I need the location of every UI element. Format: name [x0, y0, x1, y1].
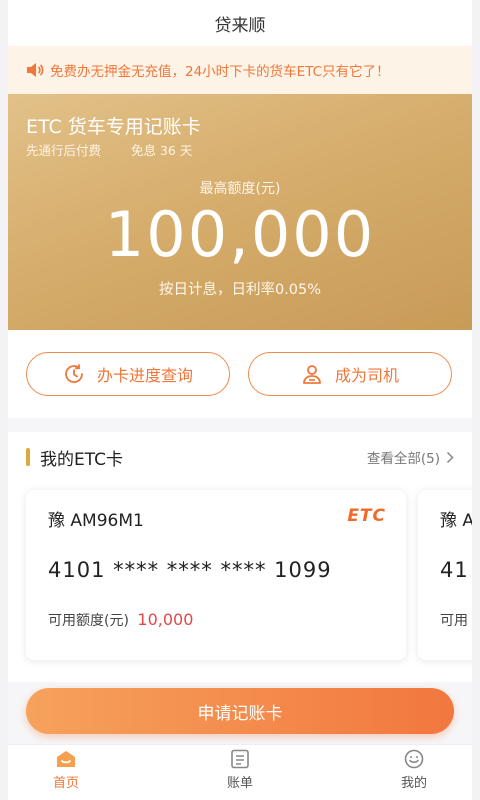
promo-title: ETC 货车专用记账卡	[26, 116, 201, 138]
promo-sub-left: 先通行后付费	[26, 143, 102, 158]
app-frame: 贷来顺 免费办无押金无充值，24小时下卡的货车ETC只有它了！ ETC 货车专用…	[8, 0, 472, 800]
action-row: 办卡进度查询 成为司机	[8, 330, 472, 418]
limit-value: 100,000	[104, 198, 376, 271]
promo-card: ETC 货车专用记账卡 先通行后付费 免息 36 天 最高额度(元) 100,0…	[8, 94, 472, 330]
smile-icon	[404, 749, 424, 769]
view-all-label: 查看全部(5)	[366, 451, 440, 467]
tab-home-label: 首页	[52, 776, 79, 791]
clock-refresh-icon	[65, 364, 83, 383]
become-driver-label: 成为司机	[334, 366, 399, 385]
driver-icon	[303, 365, 321, 384]
rate-text: 按日计息，日利率0.05%	[158, 282, 322, 298]
etc-card-section: 我的ETC卡 查看全部(5) 豫 AM96M1 ETC 4101 **** **…	[8, 432, 472, 682]
card-plate: 豫 AM96M1	[48, 511, 144, 531]
progress-query-label: 办卡进度查询	[96, 366, 193, 385]
tab-mine-label: 我的	[400, 776, 427, 791]
notice-bar[interactable]: 免费办无押金无充值，24小时下卡的货车ETC只有它了！	[8, 46, 472, 94]
notice-text: 免费办无押金无充值，24小时下卡的货车ETC只有它了！	[50, 64, 390, 80]
view-all-link[interactable]: 查看全部(5)	[367, 447, 454, 467]
etc-logo: ETC	[347, 506, 386, 526]
top-bar: 贷来顺	[8, 0, 472, 46]
section-header: 我的ETC卡 查看全部(5)	[26, 442, 454, 472]
tab-home[interactable]: 首页	[26, 749, 106, 797]
app-title: 贷来顺	[214, 15, 266, 36]
card-number: 41	[440, 558, 469, 582]
promo-sub-right: 免息 36 天	[131, 143, 193, 158]
tab-bills[interactable]: 账单	[200, 749, 280, 797]
section-title: 我的ETC卡	[40, 449, 123, 470]
speaker-icon	[27, 63, 44, 77]
card-available: 可用额度(元) 10,000	[48, 610, 193, 630]
available-label: 可用额度(元)	[48, 613, 129, 629]
home-icon	[57, 751, 75, 767]
bottom-tab-bar: 首页 账单 我的	[8, 744, 472, 800]
become-driver-button[interactable]: 成为司机	[248, 352, 452, 396]
card-number: 4101 **** **** **** 1099	[48, 558, 332, 582]
section-accent-bar	[26, 448, 30, 466]
limit-label: 最高额度(元)	[199, 181, 281, 197]
promo-subtitle: 先通行后付费 免息 36 天	[26, 140, 218, 159]
available-label: 可用	[440, 613, 468, 629]
progress-query-button[interactable]: 办卡进度查询	[26, 352, 230, 396]
etc-card[interactable]: 豫 A 41 可用	[418, 490, 472, 660]
tab-bills-label: 账单	[226, 776, 253, 791]
etc-card[interactable]: 豫 AM96M1 ETC 4101 **** **** **** 1099 可用…	[26, 490, 406, 660]
card-plate: 豫 A	[440, 511, 472, 531]
apply-card-button[interactable]: 申请记账卡	[26, 688, 454, 734]
available-amount: 10,000	[137, 610, 194, 629]
tab-mine[interactable]: 我的	[374, 749, 454, 797]
chevron-right-icon	[446, 451, 454, 463]
bill-icon	[231, 749, 249, 769]
card-available: 可用	[440, 610, 468, 630]
